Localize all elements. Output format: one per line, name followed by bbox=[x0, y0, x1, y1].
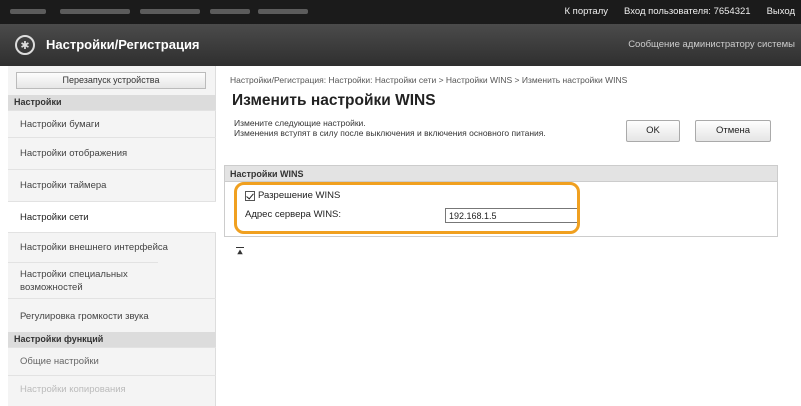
page-top-anchor-icon[interactable]: ⯅ bbox=[236, 247, 244, 259]
portal-link[interactable]: К порталу bbox=[565, 6, 609, 17]
admin-message-link[interactable]: Сообщение администратору системы bbox=[628, 39, 795, 50]
sidebar-item-external-interface[interactable]: Настройки внешнего интерфейса bbox=[8, 232, 216, 262]
sidebar-item-timer[interactable]: Настройки таймера bbox=[8, 169, 216, 201]
breadcrumb: Настройки/Регистрация: Настройки: Настро… bbox=[230, 75, 628, 85]
logout-link[interactable]: Выход bbox=[767, 6, 795, 17]
sidebar-section-functions: Настройки функций bbox=[8, 332, 216, 347]
sidebar-item-copy[interactable]: Настройки копирования bbox=[8, 375, 216, 403]
description-line-1: Измените следующие настройки. bbox=[234, 118, 366, 128]
blurred-text bbox=[210, 9, 250, 14]
wins-enable-label: Разрешение WINS bbox=[258, 190, 341, 201]
sidebar-item-common[interactable]: Общие настройки bbox=[8, 347, 216, 375]
sidebar-item-volume[interactable]: Регулировка громкости звука bbox=[8, 298, 216, 334]
ok-button[interactable]: OK bbox=[626, 120, 680, 142]
title-bar: ✱ Настройки/Регистрация Сообщение админи… bbox=[0, 24, 801, 66]
sidebar-item-network[interactable]: Настройки сети bbox=[8, 201, 216, 232]
blurred-text bbox=[10, 9, 46, 14]
sidebar-item-accessibility[interactable]: Настройки специальных возможностей bbox=[8, 262, 158, 298]
panel-title: Настройки WINS bbox=[225, 166, 777, 182]
wins-enable-row[interactable]: Разрешение WINS bbox=[245, 190, 340, 201]
restart-device-button[interactable]: Перезапуск устройства bbox=[16, 72, 206, 89]
description-line-2: Изменения вступят в силу после выключени… bbox=[234, 128, 546, 138]
sidebar: Перезапуск устройства Настройки Настройк… bbox=[8, 66, 216, 406]
login-label: Вход пользователя: bbox=[624, 6, 711, 17]
blurred-text bbox=[258, 9, 308, 14]
blurred-text bbox=[60, 9, 130, 14]
sidebar-item-paper[interactable]: Настройки бумаги bbox=[8, 110, 216, 137]
app-title: Настройки/Регистрация bbox=[46, 37, 200, 52]
user-login-info: Вход пользователя: 7654321 bbox=[624, 6, 751, 17]
sidebar-section-settings: Настройки bbox=[8, 95, 216, 110]
main-content: Настройки/Регистрация: Настройки: Настро… bbox=[216, 66, 801, 406]
page-title: Изменить настройки WINS bbox=[232, 92, 436, 109]
wins-settings-panel: Настройки WINS Разрешение WINS Адрес сер… bbox=[224, 165, 778, 237]
wins-server-input[interactable] bbox=[445, 208, 579, 223]
blurred-text bbox=[140, 9, 200, 14]
wins-enable-checkbox[interactable] bbox=[245, 190, 255, 201]
settings-logo-icon: ✱ bbox=[15, 35, 35, 55]
wins-server-row: Адрес сервера WINS: bbox=[245, 209, 341, 220]
user-id: 7654321 bbox=[713, 6, 751, 17]
top-strip: К порталу Вход пользователя: 7654321 Вых… bbox=[0, 0, 801, 24]
cancel-button[interactable]: Отмена bbox=[695, 120, 771, 142]
sidebar-item-display[interactable]: Настройки отображения bbox=[8, 137, 216, 169]
description: Измените следующие настройки. Изменения … bbox=[234, 118, 604, 138]
wins-server-label: Адрес сервера WINS: bbox=[245, 209, 342, 220]
